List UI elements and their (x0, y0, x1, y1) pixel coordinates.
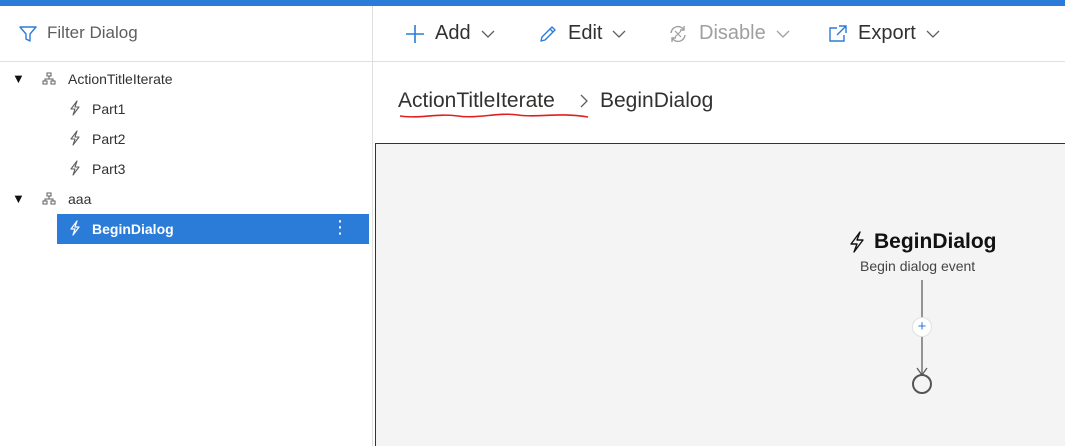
trigger-node-subtitle: Begin dialog event (860, 258, 976, 274)
tree-item-label: Part2 (92, 131, 126, 147)
plus-icon: + (917, 318, 927, 335)
lightning-icon (70, 220, 80, 236)
caret-down-icon[interactable]: ▼ (12, 71, 25, 86)
disable-button[interactable]: Disable (667, 6, 790, 61)
lightning-icon (850, 231, 864, 253)
more-options-icon[interactable]: ⋮ (331, 217, 349, 238)
filter-dialog-placeholder: Filter Dialog (47, 23, 138, 42)
caret-down-icon[interactable]: ▼ (12, 191, 25, 206)
plus-icon (406, 24, 424, 43)
command-toolbar: Add Edit Disable Export (373, 6, 1065, 62)
tree-item-label: Part1 (92, 101, 126, 117)
annotation-underline (399, 113, 589, 118)
dialog-tree-icon (42, 192, 56, 205)
breadcrumb-current: BeginDialog (600, 89, 714, 112)
export-button[interactable]: Export (828, 6, 940, 61)
chevron-down-icon (613, 30, 626, 38)
chevron-down-icon (481, 30, 495, 38)
filter-icon (19, 26, 37, 42)
export-icon (829, 24, 847, 42)
filter-dialog-box[interactable]: Filter Dialog (0, 6, 372, 62)
flow-connector (912, 280, 932, 394)
tree-item-part1[interactable]: Part1 (0, 94, 372, 124)
add-button[interactable]: Add (405, 6, 495, 61)
tree-group-actiontitleiterate[interactable]: ▼ ActionTitleIterate (0, 64, 372, 94)
tree-group-label: ActionTitleIterate (68, 71, 173, 87)
lightning-icon (70, 130, 80, 146)
trigger-node-title[interactable]: BeginDialog (874, 230, 997, 254)
dialog-tree: ▼ ActionTitleIterate Part1 Part2 Part3 ▼… (0, 64, 372, 244)
tree-item-label: BeginDialog (92, 221, 174, 237)
dialog-tree-icon (42, 72, 56, 85)
tree-group-label: aaa (68, 191, 92, 207)
edit-button-label: Edit (568, 22, 603, 44)
dialog-visual-canvas[interactable] (375, 143, 1065, 446)
lightning-icon (70, 160, 80, 176)
chevron-down-icon (926, 30, 940, 38)
refresh-icon (670, 25, 686, 42)
add-button-label: Add (435, 22, 471, 44)
edit-button[interactable]: Edit (538, 6, 626, 61)
chevron-right-icon (580, 94, 588, 108)
tree-item-begindialog[interactable]: BeginDialog ⋮ (0, 214, 372, 244)
pencil-icon (540, 25, 556, 42)
chevron-down-icon (776, 30, 790, 38)
disable-button-label: Disable (699, 22, 766, 44)
tree-item-label: Part3 (92, 161, 126, 177)
lightning-icon (70, 100, 80, 116)
insert-action-button[interactable]: + (912, 317, 932, 337)
dialog-navigation-pane: Filter Dialog ▼ ActionTitleIterate Part1… (0, 6, 373, 446)
tree-item-part2[interactable]: Part2 (0, 124, 372, 154)
tree-item-part3[interactable]: Part3 (0, 154, 372, 184)
export-button-label: Export (858, 22, 916, 44)
tree-group-aaa[interactable]: ▼ aaa (0, 184, 372, 214)
